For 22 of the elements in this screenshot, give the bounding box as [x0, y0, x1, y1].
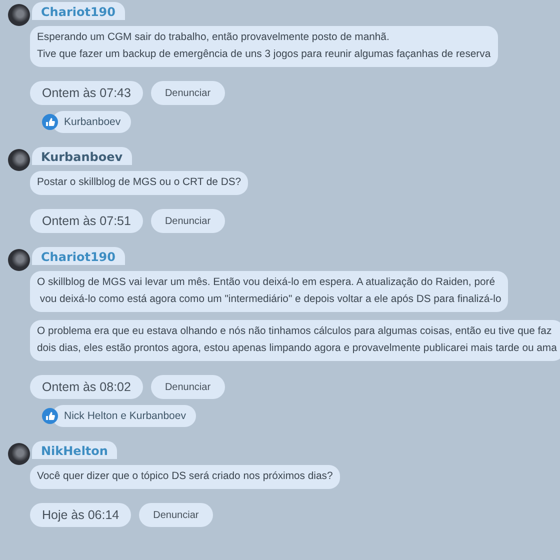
timestamp: Ontem às 08:02: [30, 375, 143, 399]
message-bubble: Você quer dizer que o tópico DS será criado nos próximos dias?: [30, 465, 340, 489]
thumbs-up-icon: [42, 114, 58, 130]
user-avatar[interactable]: [8, 249, 30, 271]
user-avatar[interactable]: [8, 443, 30, 465]
author-name[interactable]: Kurbanboev: [32, 147, 132, 165]
report-button[interactable]: Denunciar: [150, 375, 225, 399]
timestamp: Ontem às 07:51: [30, 209, 143, 233]
message-bubble: O skillblog de MGS vai levar um mês. Então vou deixá-lo em espera. A atualização do Raiden, poré vou deixá-lo como está agora como um "intermediário" e depois voltar a ele após DS para finalizá-lo: [30, 271, 508, 312]
user-avatar[interactable]: [8, 149, 30, 171]
user-avatar[interactable]: [8, 4, 30, 26]
report-button[interactable]: Denunciar: [150, 209, 225, 233]
message-bubble: Esperando um CGM sair do trabalho, então provavelmente posto de manhã. Tive que fazer um backup de emergência de uns 3 jogos para reunir algumas façanhas de reserva: [30, 26, 498, 67]
reaction-names[interactable]: Nick Helton e Kurbanboev: [52, 405, 196, 427]
message-bubble: Postar o skillblog de MGS ou o CRT de DS?: [30, 171, 248, 195]
thumbs-up-icon: [42, 408, 58, 424]
report-button[interactable]: Denunciar: [139, 503, 213, 527]
timestamp: Ontem às 07:43: [30, 81, 143, 105]
report-button[interactable]: Denunciar: [150, 81, 225, 105]
timestamp: Hoje às 06:14: [30, 503, 132, 527]
message-bubble: O problema era que eu estava olhando e nós não tinhamos cálculos para algumas coisas, então eu tive que faz dois dias, eles estão prontos agora, estou apenas limpando agora e provavelmente publicarei mais tarde ou ama: [30, 320, 560, 361]
reaction-names[interactable]: Kurbanboev: [52, 111, 131, 133]
